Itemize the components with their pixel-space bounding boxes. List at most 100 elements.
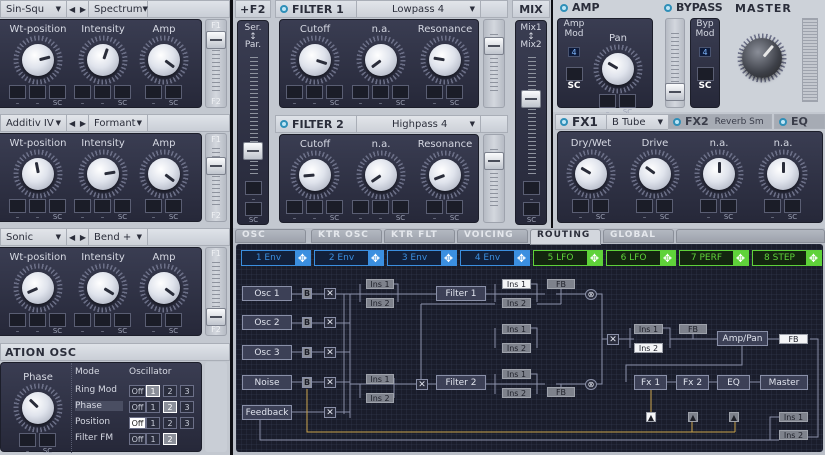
insert1-slot[interactable]: Ins 1 xyxy=(502,369,531,379)
mod-slot[interactable] xyxy=(426,200,443,214)
mod-slot[interactable] xyxy=(145,85,162,99)
amp-pan-node[interactable]: Amp/Pan xyxy=(717,331,768,346)
osc2-mode-select[interactable]: Formant ▼ xyxy=(88,115,148,131)
intensity-knob[interactable] xyxy=(87,272,119,304)
intensity-knob[interactable] xyxy=(87,158,119,190)
filter1-node[interactable]: Filter 1 xyxy=(436,286,486,301)
fx2-node[interactable]: Fx 2 xyxy=(676,375,709,390)
wt-position-knob[interactable] xyxy=(22,158,54,190)
osc2-wavetable-select[interactable]: Additiv IV ▼ xyxy=(1,115,66,131)
mod-slot[interactable] xyxy=(326,200,343,214)
next-arrow-icon[interactable]: ▶ xyxy=(80,233,86,242)
insert2-slot[interactable]: Ins 2 xyxy=(502,298,531,308)
osc1-filter-balance-slider[interactable]: F1 F2 xyxy=(205,19,227,108)
insert1-slot[interactable]: Ins 1 xyxy=(634,324,663,334)
mod-slot[interactable] xyxy=(326,85,343,99)
feedback-slot[interactable]: FB xyxy=(547,279,575,289)
mod-slot[interactable] xyxy=(114,313,131,327)
insert1-slot[interactable]: Ins 1 xyxy=(502,279,531,289)
resonance-knob[interactable] xyxy=(429,44,461,76)
mod-slot[interactable] xyxy=(29,313,46,327)
mod-slot[interactable] xyxy=(392,85,409,99)
mod-slot[interactable] xyxy=(446,200,463,214)
mod-slot[interactable] xyxy=(29,199,46,213)
mod-source-8-step[interactable]: 8 STEP ✥ xyxy=(752,250,822,266)
slider-thumb[interactable] xyxy=(484,152,504,171)
mod-slot[interactable] xyxy=(446,85,463,99)
osc3-node[interactable]: Osc 3 xyxy=(242,345,292,360)
mod-slot[interactable] xyxy=(392,200,409,214)
amp-knob[interactable] xyxy=(148,272,180,304)
slider-thumb[interactable] xyxy=(206,31,226,50)
mod-slot[interactable] xyxy=(74,313,91,327)
wt-position-knob[interactable] xyxy=(22,272,54,304)
fx1-node[interactable]: Fx 1 xyxy=(634,375,667,390)
route-switch[interactable]: ✕ xyxy=(416,379,428,390)
insert1-slot[interactable]: Ins 1 xyxy=(366,279,394,289)
prev-arrow-icon[interactable]: ◀ xyxy=(69,119,75,128)
next-arrow-icon[interactable]: ▶ xyxy=(80,119,86,128)
osc2-filter-balance-slider[interactable]: F1 F2 xyxy=(205,133,227,222)
mod-slot[interactable] xyxy=(9,85,26,99)
mod-slot[interactable] xyxy=(426,85,443,99)
route-switch[interactable]: ✕ xyxy=(324,317,336,328)
drag-cross-icon[interactable]: ✥ xyxy=(368,251,383,265)
feedback-node[interactable]: Feedback xyxy=(242,405,292,420)
insert2-slot[interactable]: Ins 2 xyxy=(779,430,808,440)
mod-slot[interactable] xyxy=(94,313,111,327)
route-switch[interactable]: ✕ xyxy=(324,377,336,388)
mod-slot[interactable] xyxy=(9,199,26,213)
feedback-slot[interactable]: FB xyxy=(779,334,808,344)
osc3-filter-balance-slider[interactable]: F1 F2 xyxy=(205,247,227,336)
mod-slot[interactable] xyxy=(165,313,182,327)
fx-insert-point[interactable]: ▲ xyxy=(646,412,656,422)
mod-slot[interactable] xyxy=(49,199,66,213)
tab-routing[interactable]: ROUTING xyxy=(530,229,601,245)
osc3-wavetable-select[interactable]: Sonic ▼ xyxy=(1,229,66,245)
noise-node[interactable]: Noise xyxy=(242,375,292,390)
mod-slot[interactable] xyxy=(306,85,323,99)
insert2-slot[interactable]: Ins 2 xyxy=(502,388,531,398)
insert1-slot[interactable]: Ins 1 xyxy=(502,324,531,334)
tab-ktr-osc[interactable]: KTR OSC xyxy=(311,229,382,243)
slider-thumb[interactable] xyxy=(206,157,226,176)
insert2-slot[interactable]: Ins 2 xyxy=(366,298,394,308)
filter1-slider[interactable] xyxy=(483,19,505,108)
prev-arrow-icon[interactable]: ◀ xyxy=(69,233,75,242)
fx-insert-point[interactable]: ▲ xyxy=(688,412,698,422)
osc1-mode-select[interactable]: Spectrum ▼ xyxy=(88,1,148,17)
mod-slot[interactable] xyxy=(286,85,303,99)
osc3-mode-select[interactable]: Bend + ▼ xyxy=(88,229,148,245)
mod-slot[interactable] xyxy=(286,200,303,214)
drag-cross-icon[interactable]: ✥ xyxy=(587,251,602,265)
mod-slot[interactable] xyxy=(94,199,111,213)
insert2-slot[interactable]: Ins 2 xyxy=(502,343,531,353)
mod-source-1-env[interactable]: 1 Env ✥ xyxy=(241,250,311,266)
mod-source-3-env[interactable]: 3 Env ✥ xyxy=(387,250,457,266)
mod-source-4-env[interactable]: 4 Env ✥ xyxy=(460,250,530,266)
mod-source-7-perf[interactable]: 7 PERF ✥ xyxy=(679,250,749,266)
drag-cross-icon[interactable]: ✥ xyxy=(660,251,675,265)
next-arrow-icon[interactable]: ▶ xyxy=(80,5,86,14)
tab-osc[interactable]: OSC xyxy=(235,229,306,243)
insert1-slot[interactable]: Ins 1 xyxy=(779,412,808,422)
mix-node[interactable]: ⊗ xyxy=(585,379,597,390)
mix-node[interactable]: ⊗ xyxy=(585,289,597,300)
mod-slot[interactable] xyxy=(29,85,46,99)
drag-cross-icon[interactable]: ✥ xyxy=(733,251,748,265)
fx-insert-point[interactable]: ▲ xyxy=(729,412,739,422)
intensity-knob[interactable] xyxy=(87,44,119,76)
n-a--knob[interactable] xyxy=(365,44,397,76)
amp-knob[interactable] xyxy=(148,158,180,190)
mod-slot[interactable] xyxy=(145,199,162,213)
bypass-toggle[interactable]: B xyxy=(302,347,312,358)
filter-power-led[interactable] xyxy=(280,5,288,13)
mod-slot[interactable] xyxy=(74,85,91,99)
insert2-slot[interactable]: Ins 2 xyxy=(634,343,663,353)
mod-slot[interactable] xyxy=(165,199,182,213)
drag-cross-icon[interactable]: ✥ xyxy=(806,251,821,265)
filter1-type-select[interactable]: Lowpass 4 ▼ xyxy=(356,1,481,17)
drag-cross-icon[interactable]: ✥ xyxy=(514,251,529,265)
route-switch[interactable]: ✕ xyxy=(324,347,336,358)
mod-source-2-env[interactable]: 2 Env ✥ xyxy=(314,250,384,266)
